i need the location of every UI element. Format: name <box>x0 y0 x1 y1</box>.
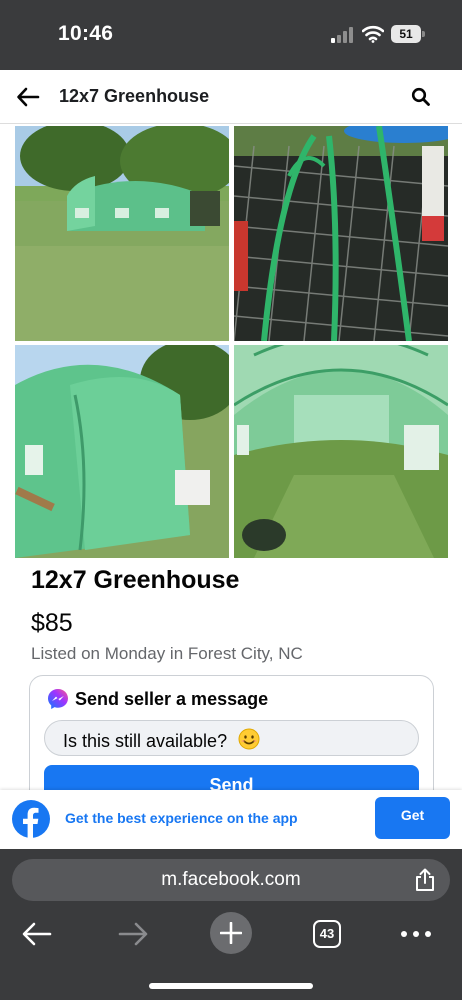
nav-forward-icon[interactable] <box>118 921 148 947</box>
nav-back-icon[interactable] <box>22 921 52 947</box>
listing-photo[interactable] <box>234 345 448 558</box>
messenger-icon <box>48 689 68 709</box>
greenhouse-interior-image <box>234 345 448 558</box>
url-bar[interactable]: m.facebook.com <box>12 859 450 901</box>
listing-meta: Listed on Monday in Forest City, NC <box>31 644 303 663</box>
message-input[interactable]: Is this still available? <box>44 720 419 756</box>
get-app-button[interactable]: Get <box>375 797 450 839</box>
tab-count-button[interactable]: 43 <box>313 920 341 948</box>
status-time: 10:46 <box>58 22 114 45</box>
message-seller-card: Send seller a message Is this still avai… <box>29 675 434 790</box>
home-indicator <box>149 983 313 989</box>
share-icon[interactable] <box>414 868 436 892</box>
message-input-value: Is this still available? <box>63 731 228 751</box>
status-bar: 10:46 51 <box>0 0 462 70</box>
browser-toolbar: m.facebook.com 43 <box>0 849 462 1000</box>
battery-indicator: 51 <box>391 25 425 43</box>
frame-poles-image <box>234 126 448 341</box>
smiley-emoji-icon <box>238 728 260 750</box>
facebook-logo-icon <box>12 800 50 838</box>
message-card-title: Send seller a message <box>75 689 269 709</box>
listing-title: 12x7 Greenhouse <box>31 566 240 594</box>
search-icon[interactable] <box>411 87 431 107</box>
battery-level: 51 <box>391 25 421 43</box>
battery-tip <box>422 31 425 37</box>
new-tab-button[interactable] <box>210 912 252 954</box>
listing-price: $85 <box>31 609 73 637</box>
back-arrow-icon[interactable] <box>16 85 40 109</box>
phone-screen: 10:46 51 12x7 Greenhouse 12x7 Greenhouse… <box>0 0 462 1000</box>
greenhouse-field-image <box>15 126 229 341</box>
page-title: 12x7 Greenhouse <box>59 86 210 106</box>
listing-photo[interactable] <box>15 126 229 341</box>
url-text: m.facebook.com <box>161 869 301 890</box>
greenhouse-side-image <box>15 345 229 558</box>
page-header: 12x7 Greenhouse <box>0 70 462 124</box>
more-icon[interactable] <box>400 929 432 939</box>
send-button[interactable]: Send <box>44 765 419 790</box>
listing-photo[interactable] <box>15 345 229 558</box>
listing-photo[interactable] <box>234 126 448 341</box>
signal-icon <box>331 27 353 43</box>
wifi-icon <box>362 25 384 43</box>
listing-content: 12x7 Greenhouse $85 Listed on Monday in … <box>0 124 462 790</box>
app-install-banner: Get the best experience on the app Get <box>0 790 462 849</box>
plus-icon <box>220 922 242 944</box>
app-banner-text: Get the best experience on the app <box>65 810 298 826</box>
